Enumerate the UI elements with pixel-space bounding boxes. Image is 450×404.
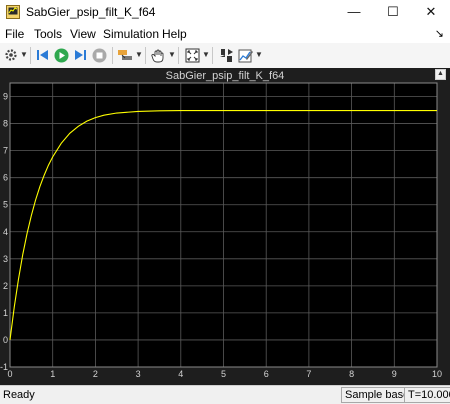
status-bar: Ready Sample based T=10.000 — [0, 385, 450, 404]
style-icon[interactable] — [237, 47, 253, 63]
menu-bar: File Tools View Simulation Help ↘ — [0, 24, 450, 43]
x-tick-label: 6 — [264, 369, 269, 379]
menu-help[interactable]: Help — [162, 27, 187, 41]
run-icon[interactable] — [53, 47, 69, 63]
title-bar: SabGier_psip_filt_K_f64 — ☐ ✕ — [0, 0, 450, 24]
x-tick-label: 4 — [178, 369, 183, 379]
x-tick-label: 9 — [392, 369, 397, 379]
y-tick-label: 7 — [3, 146, 8, 156]
scope-plot: 0 1 2 3 4 5 6 7 8 9 10-10123456789 — [0, 82, 442, 379]
window-title: SabGier_psip_filt_K_f64 — [26, 5, 156, 19]
y-tick-label: 6 — [3, 173, 8, 183]
x-tick-label: 5 — [221, 369, 226, 379]
settings-dropdown-icon[interactable]: ▼ — [20, 50, 28, 59]
y-tick-label: 5 — [3, 200, 8, 210]
x-tick-label: 8 — [349, 369, 354, 379]
step-forward-icon[interactable] — [72, 47, 88, 63]
pan-dropdown-icon[interactable]: ▼ — [168, 50, 176, 59]
cursor-measure-icon[interactable] — [218, 47, 234, 63]
toolbar-separator — [212, 47, 213, 64]
y-tick-label: 8 — [3, 119, 8, 129]
settings-icon[interactable] — [3, 47, 19, 63]
minimize-button[interactable]: — — [337, 0, 371, 24]
maximize-button[interactable]: ☐ — [376, 0, 410, 24]
status-ready-text: Ready — [3, 389, 35, 401]
scope-display: SabGier_psip_filt_K_f64 ▲ 0 1 2 3 4 5 6 7 8 9 10 -1… — [0, 68, 450, 385]
simulation-time-indicator: T=10.000 — [404, 387, 450, 403]
y-tick-label: 1 — [3, 308, 8, 318]
dock-pin-icon[interactable]: ↘ — [435, 27, 444, 40]
stop-icon[interactable] — [91, 47, 107, 63]
zoom-dropdown-icon[interactable]: ▼ — [202, 50, 210, 59]
x-tick-label: 7 — [306, 369, 311, 379]
toolbar-separator — [178, 47, 179, 64]
pan-icon[interactable] — [150, 47, 166, 63]
toolbar-separator — [30, 47, 31, 64]
toolbar-separator — [112, 47, 113, 64]
x-tick-label: 1 — [50, 369, 55, 379]
scope-app-icon — [6, 5, 20, 19]
toolbar: ▼ ▼ ▼ ▼ ▼ — [0, 43, 450, 69]
highlight-dropdown-icon[interactable]: ▼ — [135, 50, 143, 59]
menu-view[interactable]: View — [70, 27, 96, 41]
close-button[interactable]: ✕ — [414, 0, 448, 24]
y-tick-label: 2 — [3, 281, 8, 291]
y-tick-label: -1 — [0, 362, 8, 372]
style-dropdown-icon[interactable]: ▼ — [255, 50, 263, 59]
step-back-icon[interactable] — [35, 47, 51, 63]
x-tick-label: 0 — [7, 369, 12, 379]
y-tick-label: 4 — [3, 227, 8, 237]
x-tick-label: 10 — [432, 369, 442, 379]
highlight-icon[interactable] — [117, 47, 133, 63]
toolbar-separator — [145, 47, 146, 64]
menu-file[interactable]: File — [5, 27, 24, 41]
menu-tools[interactable]: Tools — [34, 27, 62, 41]
y-tick-label: 9 — [3, 92, 8, 102]
y-tick-label: 3 — [3, 254, 8, 264]
x-tick-label: 2 — [93, 369, 98, 379]
zoom-fit-icon[interactable] — [184, 47, 200, 63]
menu-simulation[interactable]: Simulation — [103, 27, 159, 41]
x-tick-label: 3 — [136, 369, 141, 379]
y-tick-label: 0 — [3, 335, 8, 345]
